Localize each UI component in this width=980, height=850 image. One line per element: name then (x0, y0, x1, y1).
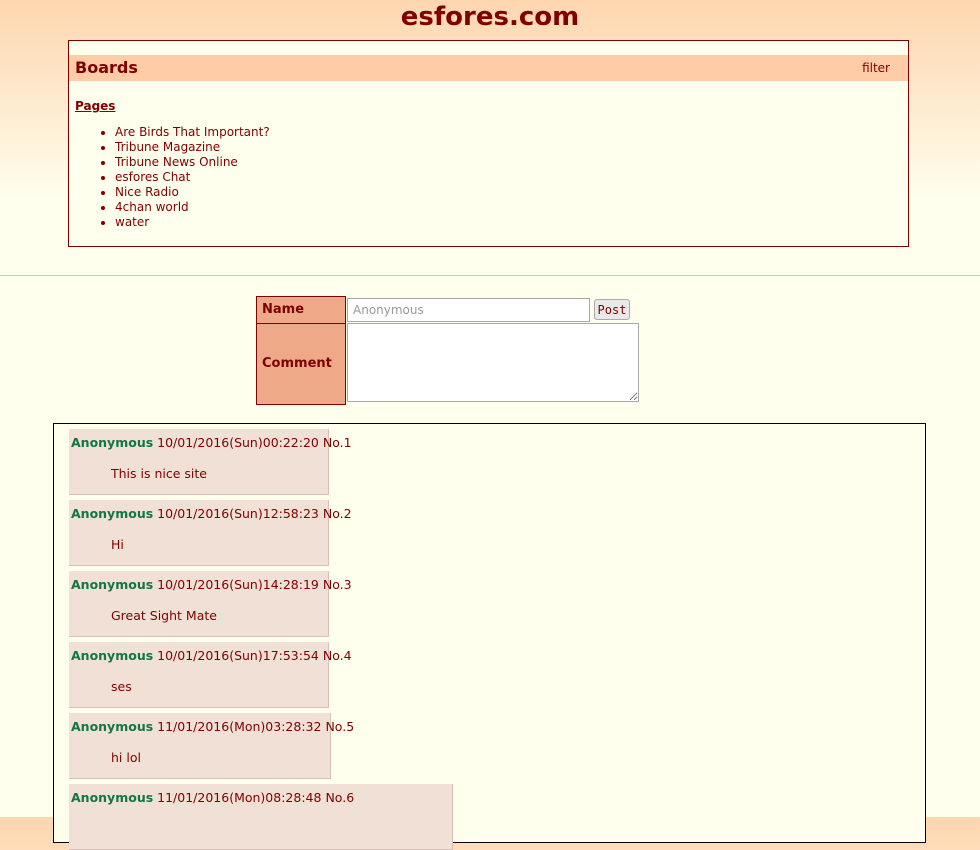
name-input[interactable] (347, 298, 590, 322)
divider (0, 275, 980, 276)
reply-post: Anonymous 10/01/2016(Sun)12:58:23 No.2 H… (69, 500, 352, 566)
post-number-link[interactable]: No.3 (323, 577, 352, 592)
reply-post: Anonymous 11/01/2016(Mon)03:28:32 No.5 h… (69, 713, 354, 779)
comment-label: Comment (256, 323, 346, 405)
comment-input[interactable] (347, 323, 639, 402)
poster-name: Anonymous (71, 506, 154, 521)
page-link[interactable]: 4chan world (115, 200, 270, 215)
post-number-link[interactable]: No.6 (325, 790, 354, 805)
reply-post: Anonymous 10/01/2016(Sun)17:53:54 No.4 s… (69, 642, 352, 708)
post-number-link[interactable]: No.4 (323, 648, 352, 663)
boards-panel: Boards filter Pages Are Birds That Impor… (68, 40, 909, 247)
post-date: 10/01/2016(Sun)00:22:20 (157, 435, 319, 450)
post-date: 10/01/2016(Sun)17:53:54 (157, 648, 319, 663)
poster-name: Anonymous (71, 577, 154, 592)
pages-list: Are Birds That Important? Tribune Magazi… (75, 125, 270, 230)
post-number-link[interactable]: No.2 (323, 506, 352, 521)
page-link[interactable]: esfores Chat (115, 170, 270, 185)
poster-name: Anonymous (71, 790, 154, 805)
post-message: This is nice site (111, 466, 207, 481)
post-header: Anonymous 10/01/2016(Sun)12:58:23 No.2 (71, 506, 352, 521)
site-title: esfores.com (400, 2, 580, 32)
post-number-link[interactable]: No.1 (323, 435, 352, 450)
post-date: 10/01/2016(Sun)14:28:19 (157, 577, 319, 592)
post-header: Anonymous 10/01/2016(Sun)00:22:20 No.1 (71, 435, 352, 450)
poster-name: Anonymous (71, 719, 154, 734)
post-header: Anonymous 10/01/2016(Sun)17:53:54 No.4 (71, 648, 352, 663)
poster-name: Anonymous (71, 648, 154, 663)
post-date: 10/01/2016(Sun)12:58:23 (157, 506, 319, 521)
reply-post: Anonymous 10/01/2016(Sun)00:22:20 No.1 T… (69, 429, 352, 495)
boards-title: Boards (75, 58, 138, 77)
page-link[interactable]: Nice Radio (115, 185, 270, 200)
post-message: Hi (111, 537, 124, 552)
page-link[interactable]: water (115, 215, 270, 230)
post-header: Anonymous 11/01/2016(Mon)03:28:32 No.5 (71, 719, 354, 734)
thread: Anonymous 10/01/2016(Sun)00:22:20 No.1 T… (53, 423, 926, 850)
page-link[interactable]: Tribune News Online (115, 155, 270, 170)
name-label: Name (256, 296, 346, 324)
reply-post: Anonymous 11/01/2016(Mon)08:28:48 No.6 (69, 784, 453, 850)
boards-header: Boards filter (69, 55, 908, 81)
post-button[interactable]: Post (594, 299, 630, 320)
post-header: Anonymous 11/01/2016(Mon)08:28:48 No.6 (71, 790, 354, 805)
page-link[interactable]: Are Birds That Important? (115, 125, 270, 140)
post-number-link[interactable]: No.5 (325, 719, 354, 734)
pages-link[interactable]: Pages (75, 99, 115, 113)
post-message: ses (111, 679, 132, 694)
post-message: Great Sight Mate (111, 608, 217, 623)
post-message: hi lol (111, 750, 141, 765)
post-date: 11/01/2016(Mon)03:28:32 (157, 719, 322, 734)
post-date: 11/01/2016(Mon)08:28:48 (157, 790, 322, 805)
page-link[interactable]: Tribune Magazine (115, 140, 270, 155)
filter-link[interactable]: filter (862, 61, 890, 75)
poster-name: Anonymous (71, 435, 154, 450)
reply-post: Anonymous 10/01/2016(Sun)14:28:19 No.3 G… (69, 571, 352, 637)
post-header: Anonymous 10/01/2016(Sun)14:28:19 No.3 (71, 577, 352, 592)
